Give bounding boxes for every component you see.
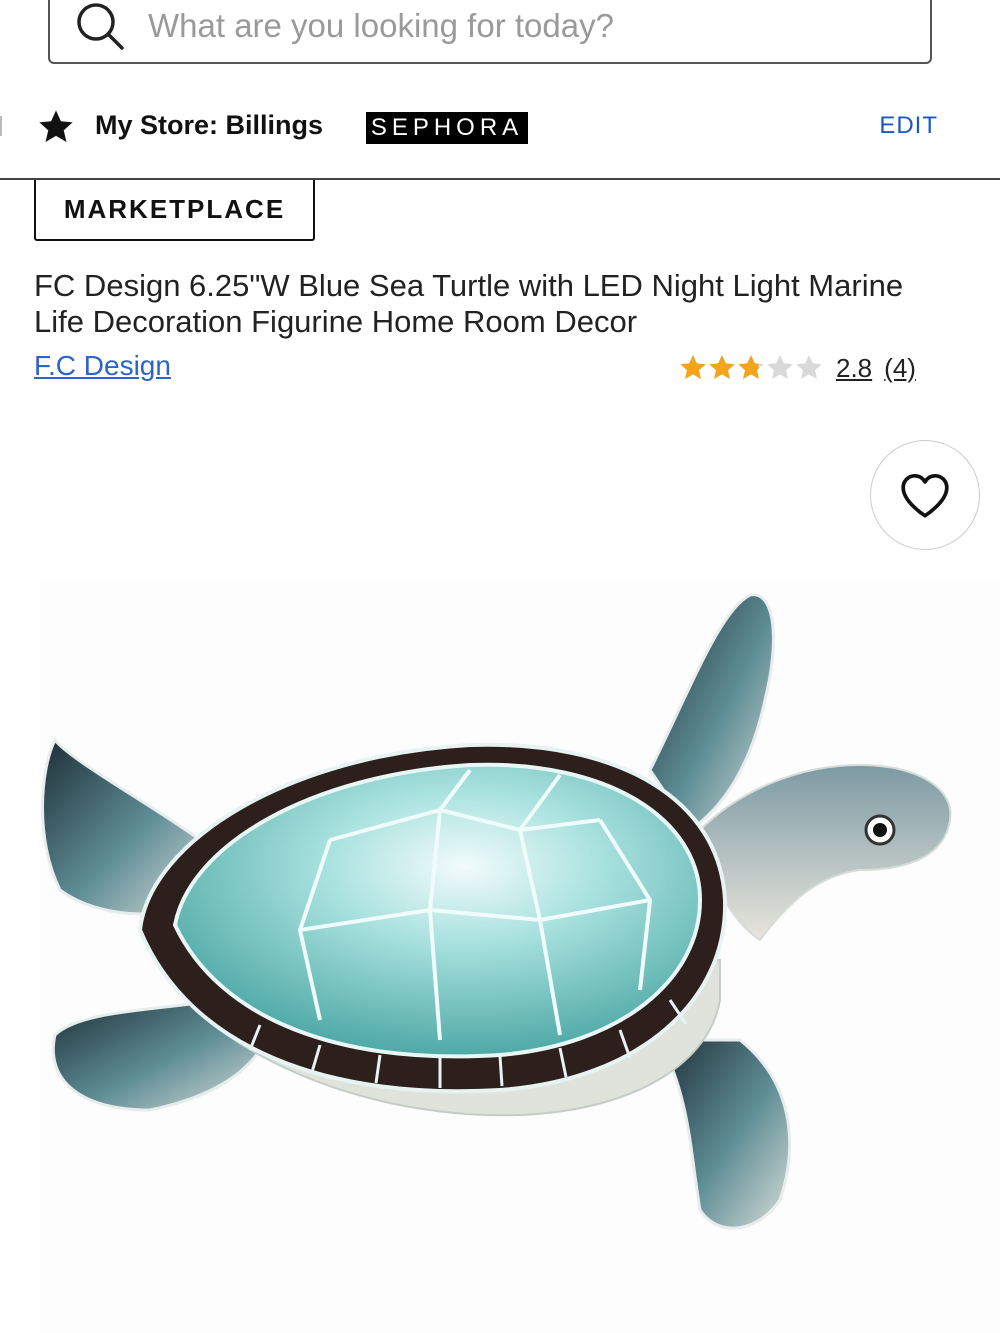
sephora-logo: SEPHORA — [366, 112, 528, 144]
store-row: My Store: Billings SEPHORA EDIT — [0, 98, 1000, 156]
marketplace-tag: MARKETPLACE — [34, 180, 315, 241]
product-title: FC Design 6.25"W Blue Sea Turtle with LE… — [34, 268, 904, 339]
search-input[interactable] — [146, 6, 930, 46]
star-empty-icon — [796, 355, 822, 380]
review-count[interactable]: (4) — [884, 353, 916, 384]
search-icon — [70, 0, 130, 56]
star-partial-icon — [738, 355, 764, 380]
star-empty-icon — [767, 355, 793, 380]
search-bar[interactable] — [48, 0, 932, 64]
brand-link[interactable]: F.C Design — [34, 350, 171, 382]
my-store-label: My Store: Billings — [95, 110, 324, 140]
favorite-button[interactable] — [870, 440, 980, 550]
heart-icon — [901, 473, 949, 518]
rating-summary[interactable]: 2.8 (4) — [678, 350, 916, 386]
star-filled-icon — [709, 355, 735, 380]
rating-stars — [680, 355, 822, 380]
edit-store-link[interactable]: EDIT — [879, 112, 938, 140]
rating-score[interactable]: 2.8 — [836, 353, 872, 384]
star-filled-icon — [680, 355, 706, 380]
divider — [0, 116, 2, 136]
star-icon — [36, 108, 76, 146]
product-image[interactable] — [0, 580, 1000, 1333]
